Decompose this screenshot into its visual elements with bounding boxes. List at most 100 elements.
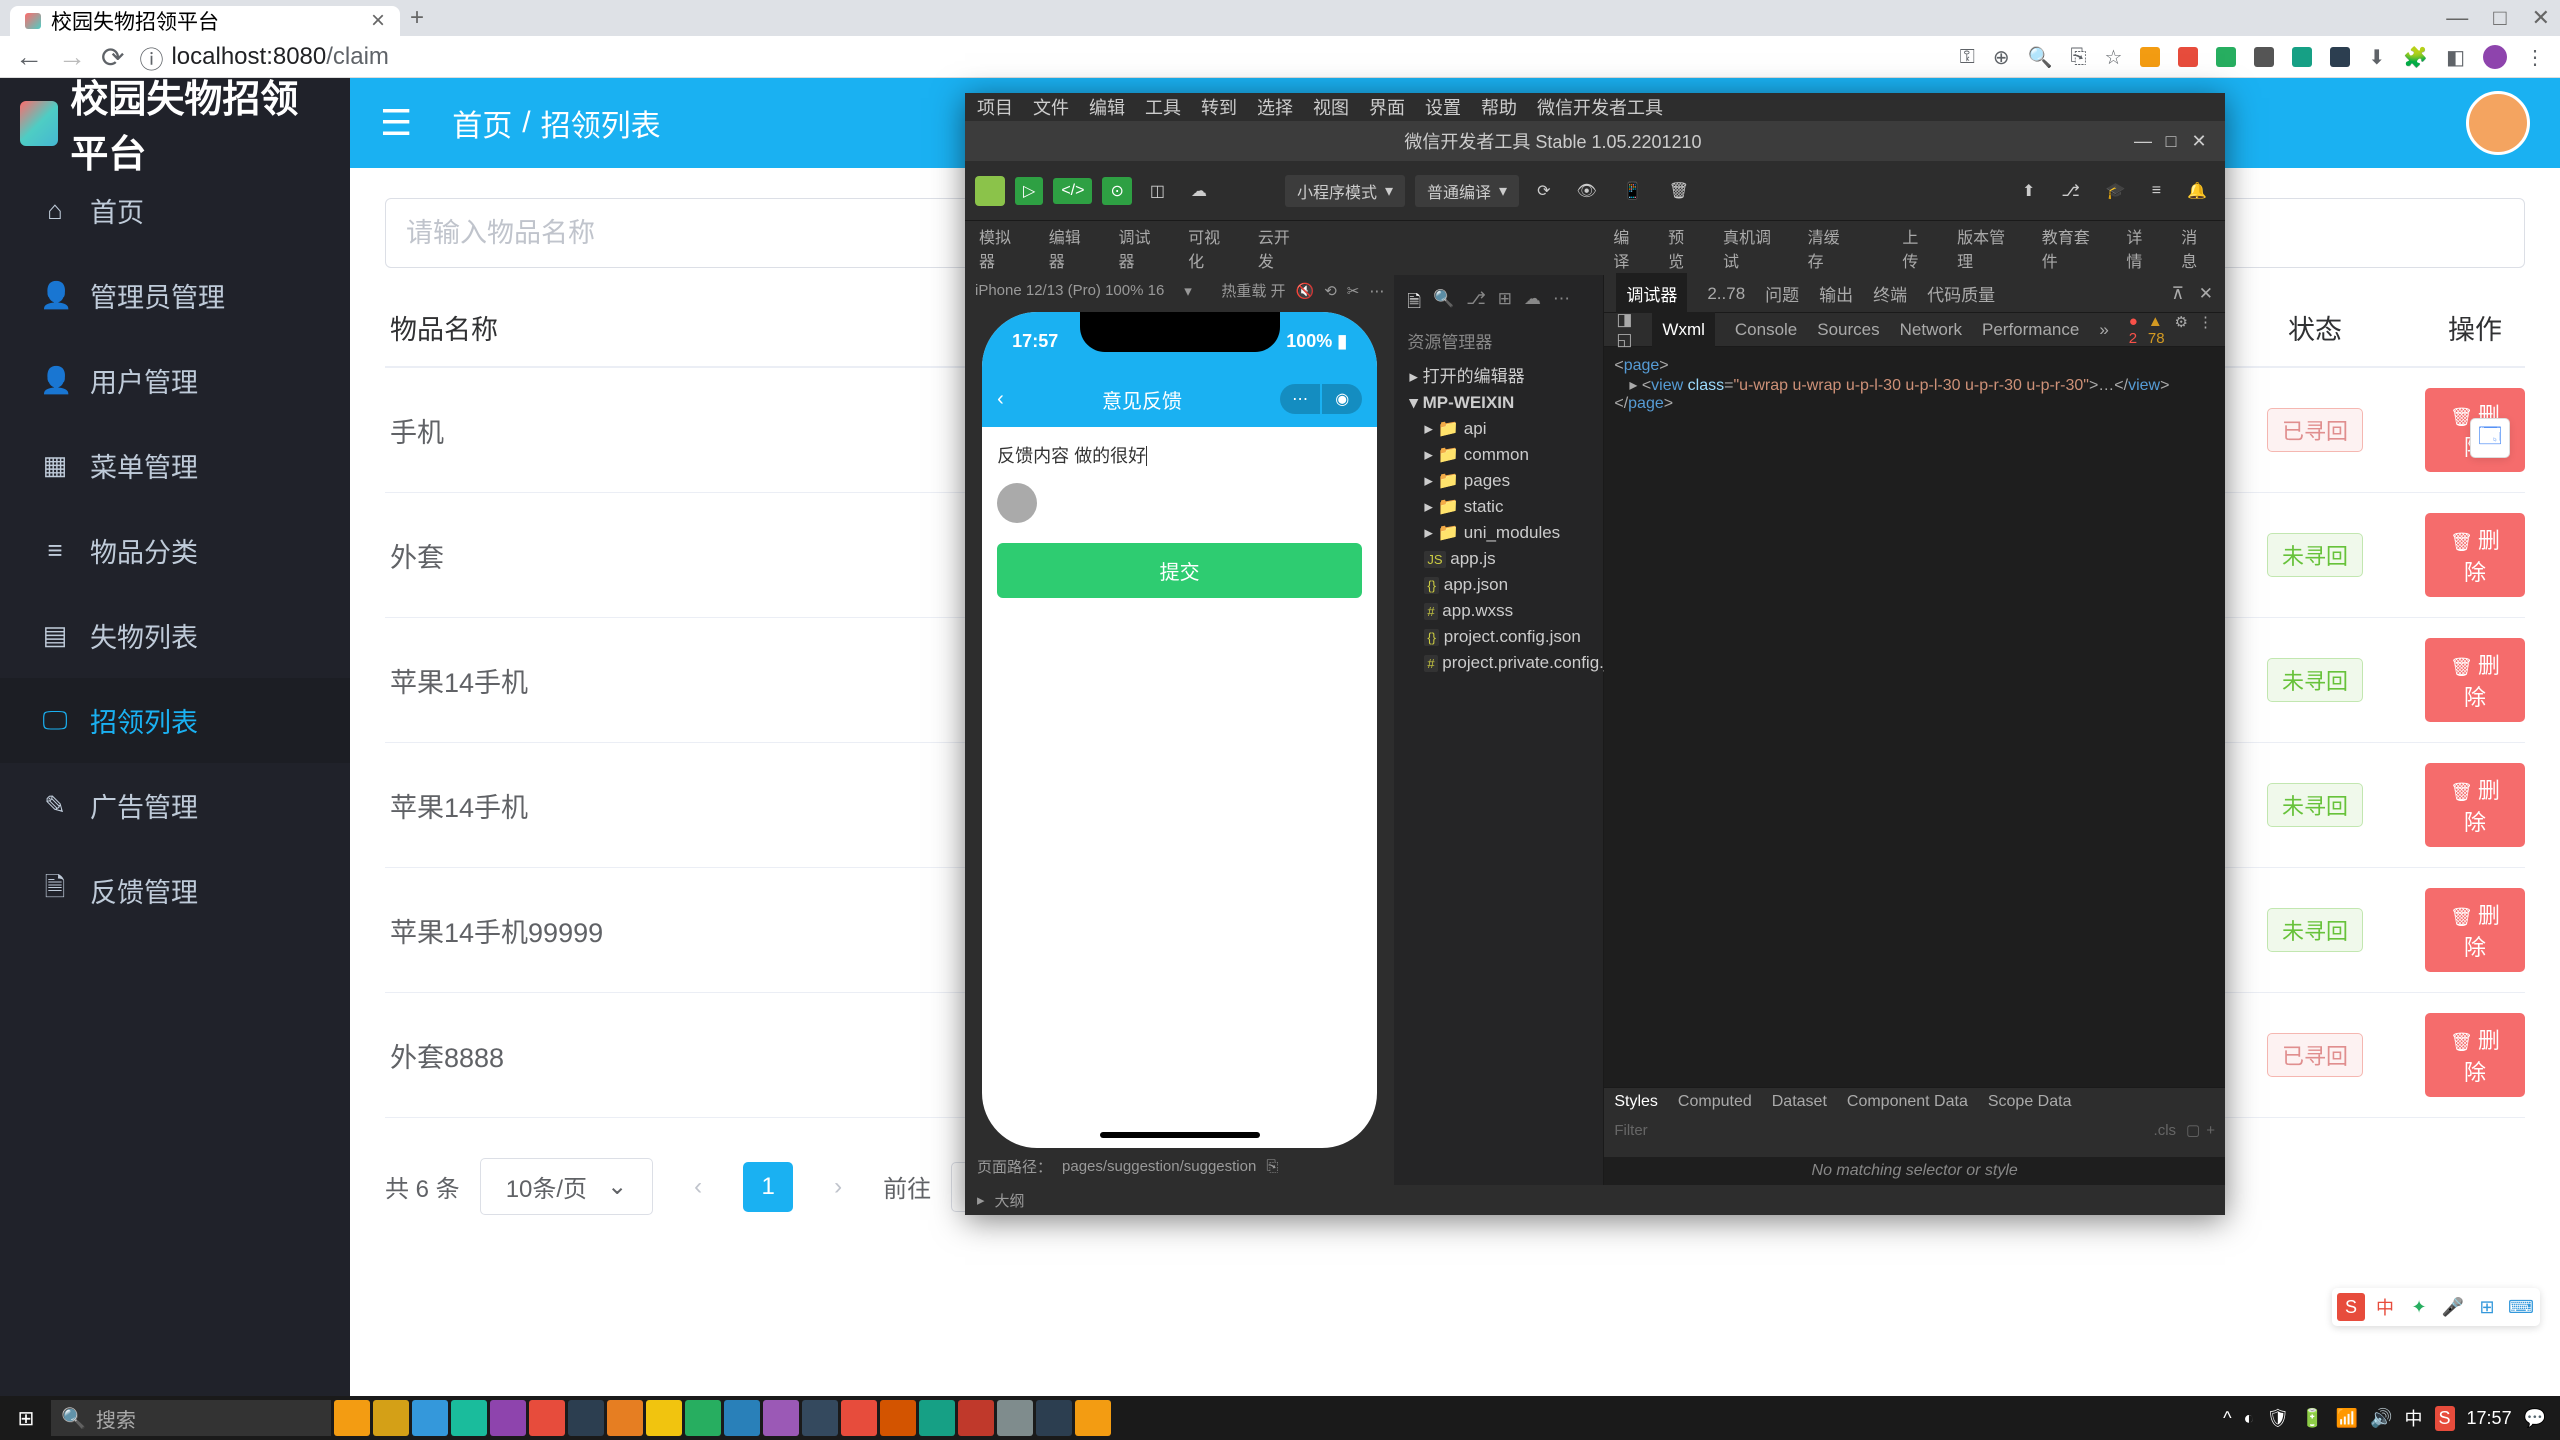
menubar-item[interactable]: 工具 [1145,94,1181,120]
tray-icon[interactable]: 🔋 [2301,1408,2323,1429]
taskbar-app-icon[interactable] [802,1400,838,1436]
tray-icon[interactable]: 📶 [2336,1408,2358,1429]
taskbar-app-icon[interactable] [412,1400,448,1436]
key-icon[interactable]: ⚿ [1960,46,1975,69]
inspect-toggle-icon[interactable]: ◨ ◱ [1616,310,1632,350]
delete-button[interactable]: 删除 [2425,763,2525,847]
styles-tab[interactable]: Dataset [1772,1093,1827,1111]
browser-tab[interactable]: 校园失物招领平台 × [10,6,400,36]
page-size-select[interactable]: 10条/页 ⌄ [480,1158,653,1215]
menubar-item[interactable]: 微信开发者工具 [1537,94,1663,120]
file-item[interactable]: # app.wxss [1399,598,1598,624]
tray-icon[interactable]: 🔊 [2370,1408,2392,1429]
sidebar-item[interactable]: ▤失物列表 [0,593,350,678]
styles-tab[interactable]: Computed [1678,1093,1752,1111]
breadcrumb-home[interactable]: 首页 [452,101,512,145]
devtool-tab[interactable]: Sources [1817,320,1879,340]
devtools-menubar[interactable]: 项目文件编辑工具转到选择视图界面设置帮助微信开发者工具 [965,93,2225,121]
extension-icon[interactable] [2140,47,2160,67]
menubar-item[interactable]: 转到 [1201,94,1237,120]
project-avatar-icon[interactable] [975,176,1005,206]
taskbar-app-icon[interactable] [451,1400,487,1436]
sim-rotate-icon[interactable]: ⟲ [1324,282,1337,300]
close-icon[interactable]: ✕ [2185,131,2213,152]
bookmark-icon[interactable]: ☆ [2104,45,2122,70]
project-root[interactable]: MP-WEIXIN [1423,393,1515,412]
taskbar-app-icon[interactable] [646,1400,682,1436]
maximize-icon[interactable]: □ [2157,131,2185,152]
copy-icon[interactable]: ⎘ [1266,1158,1278,1175]
styles-filter-input[interactable]: Filter [1614,1122,2153,1139]
more-files-icon[interactable]: ⋯ [1553,289,1570,318]
delete-button[interactable]: 删除 [2425,1013,2525,1097]
clear-cache-button[interactable]: 🗑 [1661,177,1697,205]
file-item[interactable]: {} project.config.json [1399,624,1598,650]
file-item[interactable]: JS app.js [1399,546,1598,572]
ext-icon[interactable]: ⊞ [1498,289,1512,318]
send-tab-icon[interactable]: ⎘ [2070,46,2086,69]
folder-item[interactable]: ▸ 📁uni_modules [1399,520,1598,546]
extension-icon[interactable] [2178,47,2198,67]
submit-button[interactable]: 提交 [997,543,1362,598]
devtool-tab[interactable]: Performance [1982,320,2079,340]
cloud-icon[interactable]: ☁ [1524,289,1541,318]
page-number-button[interactable]: 1 [743,1162,793,1212]
taskbar-app-icon[interactable] [763,1400,799,1436]
file-item[interactable]: # project.private.config.js... [1399,650,1598,676]
styles-tab[interactable]: Component Data [1847,1093,1968,1111]
sim-cut-icon[interactable]: ✂ [1347,282,1360,300]
taskbar-app-icon[interactable] [1036,1400,1072,1436]
taskbar-app-icon[interactable] [958,1400,994,1436]
tray-notification-icon[interactable]: 💬 [2524,1408,2546,1429]
new-style-icon[interactable]: ▢ [2186,1121,2200,1139]
menu-icon[interactable]: ⋮ [2525,45,2545,70]
taskbar-app-icon[interactable] [724,1400,760,1436]
inspector-tab[interactable]: 代码质量 [1927,281,1995,306]
extension-icon[interactable] [2330,47,2350,67]
inspector-tab[interactable]: 终端 [1873,281,1907,306]
outline-panel[interactable]: 大纲 [995,1190,1025,1211]
version-button[interactable]: ⎇ [2053,177,2087,205]
remote-debug-button[interactable]: 📱 [1615,177,1651,205]
window-maximize-icon[interactable]: □ [2493,5,2506,31]
sim-mute-icon[interactable]: 🔇 [1296,282,1315,300]
back-button[interactable]: ← [15,41,43,73]
new-tab-button[interactable]: + [400,4,434,32]
folder-item[interactable]: ▸ 📁common [1399,442,1598,468]
devtool-tab[interactable]: Console [1735,320,1797,340]
translate-icon[interactable]: ⊕ [1993,45,2010,70]
taskbar-app-icon[interactable] [529,1400,565,1436]
tray-ime-icon[interactable]: S [2435,1406,2455,1431]
panel-toggle-icon[interactable]: ⊼ [2172,284,2184,303]
wxml-code-view[interactable]: <page> ▸ <view class="u-wrap u-wrap u-p-… [1604,347,2225,1087]
folder-item[interactable]: ▸ 📁pages [1399,468,1598,494]
taskbar-app-icon[interactable] [880,1400,916,1436]
taskbar-search[interactable]: 🔍 搜索 [51,1400,331,1436]
styles-tab[interactable]: Scope Data [1988,1093,2072,1111]
git-icon[interactable]: ⎇ [1466,289,1486,318]
tab-close-icon[interactable]: × [371,7,385,35]
taskbar-app-icon[interactable] [841,1400,877,1436]
menubar-item[interactable]: 项目 [977,94,1013,120]
delete-button[interactable]: 删除 [2425,638,2525,722]
taskbar-app-icon[interactable] [334,1400,370,1436]
inspector-tab[interactable]: 输出 [1819,281,1853,306]
profile-avatar[interactable] [2483,45,2507,69]
menubar-item[interactable]: 文件 [1033,94,1069,120]
windows-taskbar[interactable]: ⊞ 🔍 搜索 ^ ◐ 🛡 🔋 📶 🔊 中 S 17:57 💬 [0,1396,2560,1440]
menubar-item[interactable]: 视图 [1313,94,1349,120]
simulator-button[interactable]: ▷ [1015,177,1043,205]
menubar-item[interactable]: 选择 [1257,94,1293,120]
file-item[interactable]: {} app.json [1399,572,1598,598]
inspector-tab[interactable]: 问题 [1765,281,1799,306]
extensions-icon[interactable]: 🧩 [2403,45,2428,70]
sidebar-item[interactable]: 🖵招领列表 [0,678,350,763]
home-indicator[interactable] [1100,1132,1260,1138]
tray-chevron-icon[interactable]: ^ [2223,1408,2231,1429]
edu-button[interactable]: 🎓 [2098,177,2134,205]
user-avatar[interactable] [2466,91,2530,155]
folder-item[interactable]: ▸ 📁static [1399,494,1598,520]
cls-toggle[interactable]: .cls [2154,1122,2177,1139]
styles-tab[interactable]: Styles [1614,1093,1658,1111]
inspector-tab[interactable]: 调试器 [1616,273,1687,314]
